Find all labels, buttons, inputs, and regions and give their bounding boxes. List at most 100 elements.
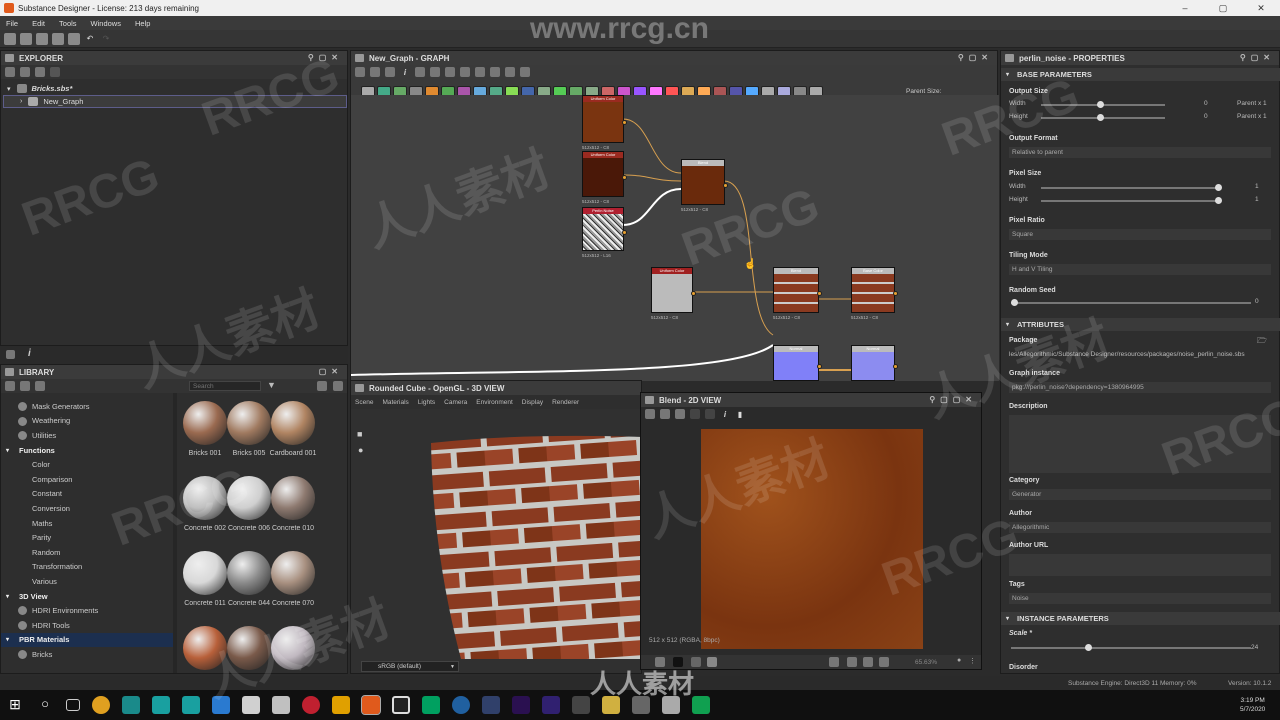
- redo-icon[interactable]: ↷: [100, 33, 112, 45]
- material-thumbnail[interactable]: [271, 626, 315, 670]
- grid-view-icon[interactable]: [317, 381, 327, 391]
- ruler-icon[interactable]: [847, 657, 857, 667]
- fit-view-icon[interactable]: [879, 657, 889, 667]
- expand-icon[interactable]: ›: [20, 98, 22, 105]
- material-thumbnail[interactable]: [227, 401, 271, 445]
- library-category[interactable]: Bricks: [1, 647, 173, 662]
- library-category[interactable]: Weathering: [1, 414, 173, 429]
- library-category[interactable]: HDRI Environments: [1, 603, 173, 618]
- author-field[interactable]: Allegorithmic: [1009, 522, 1271, 533]
- task-view-icon[interactable]: [66, 699, 80, 711]
- menu-tools[interactable]: Tools: [59, 19, 77, 28]
- library-category[interactable]: Mask Generators: [1, 399, 173, 414]
- library-folder-icon[interactable]: [5, 381, 15, 391]
- library-category[interactable]: Comparison: [1, 472, 173, 487]
- tiling-icon[interactable]: [707, 657, 717, 667]
- pixel-size-height-slider[interactable]: [1041, 197, 1222, 204]
- material-thumbnail[interactable]: [271, 401, 315, 445]
- 3d-menu-camera[interactable]: Camera: [444, 399, 467, 406]
- material-thumbnail[interactable]: [271, 476, 315, 520]
- search-icon[interactable]: ○: [36, 696, 54, 714]
- copy-icon[interactable]: [675, 409, 685, 419]
- light-icon[interactable]: ●: [358, 445, 363, 455]
- graph-node[interactable]: Normal: [851, 345, 898, 381]
- 3d-viewport-render[interactable]: [421, 433, 643, 659]
- app-icon-9[interactable]: [692, 696, 710, 714]
- app-icon-3[interactable]: [392, 696, 410, 714]
- camera-icon[interactable]: ■: [357, 429, 362, 439]
- tools-icon[interactable]: [505, 67, 515, 77]
- premiere-icon[interactable]: [542, 696, 560, 714]
- after-effects-icon[interactable]: [512, 696, 530, 714]
- 3d-menu-display[interactable]: Display: [522, 399, 543, 406]
- save-icon[interactable]: [5, 67, 15, 77]
- graph-instance-field[interactable]: pkg:///perlin_noise?dependency=138096499…: [1009, 382, 1271, 393]
- save-all-icon[interactable]: [68, 32, 80, 45]
- output-pin[interactable]: [893, 291, 898, 296]
- pixel-ratio-select[interactable]: Square: [1009, 229, 1271, 240]
- menu-help[interactable]: Help: [135, 19, 150, 28]
- graph-canvas[interactable]: Uniform Color 512x512 - C8 Uniform Color 51…: [351, 95, 999, 381]
- tree-icon[interactable]: [6, 350, 15, 359]
- output-pin[interactable]: [817, 364, 822, 369]
- menu-edit[interactable]: Edit: [32, 19, 45, 28]
- graph-node[interactable]: Perlin Noise: [582, 207, 627, 251]
- output-pin[interactable]: [622, 120, 627, 125]
- menu-windows[interactable]: Windows: [91, 19, 121, 28]
- new-graph-icon[interactable]: [20, 67, 30, 77]
- output-pin[interactable]: [893, 364, 898, 369]
- library-category[interactable]: ▾ Functions: [1, 443, 173, 458]
- material-thumbnail[interactable]: [227, 476, 271, 520]
- 3d-menu-environment[interactable]: Environment: [476, 399, 513, 406]
- 2d-texture-preview[interactable]: [701, 429, 923, 649]
- graph-node[interactable]: Uniform Color: [582, 151, 627, 197]
- menu-file[interactable]: File: [6, 19, 18, 28]
- library-category[interactable]: Utilities: [1, 428, 173, 443]
- frame-icon[interactable]: [355, 67, 365, 77]
- undo-icon[interactable]: ↶: [84, 33, 96, 45]
- refresh-icon[interactable]: [490, 67, 500, 77]
- app-icon-6[interactable]: [572, 696, 590, 714]
- tree-graph[interactable]: › New_Graph: [3, 95, 347, 108]
- search-icon[interactable]: [415, 67, 425, 77]
- library-category[interactable]: Conversion: [1, 501, 173, 516]
- app-icon-2[interactable]: [242, 696, 260, 714]
- app-icon-4[interactable]: [452, 696, 470, 714]
- material-thumbnail[interactable]: [227, 626, 271, 670]
- output-pin[interactable]: [691, 291, 696, 296]
- zbrush-icon[interactable]: [272, 696, 290, 714]
- collapse-icon[interactable]: ▾: [6, 636, 9, 643]
- import-icon[interactable]: [36, 32, 48, 45]
- library-category[interactable]: Random: [1, 545, 173, 560]
- output-size-width-slider[interactable]: [1041, 101, 1165, 108]
- new-package-icon[interactable]: [4, 32, 16, 45]
- output-pin[interactable]: [817, 291, 822, 296]
- library-splitter[interactable]: [173, 393, 177, 673]
- panel-buttons[interactable]: ⚲▢▢✕: [929, 395, 977, 404]
- random-seed-slider[interactable]: [1011, 299, 1251, 306]
- open-package-icon[interactable]: [20, 32, 32, 45]
- save-icon[interactable]: [660, 409, 670, 419]
- maya-icon[interactable]: [152, 696, 170, 714]
- graph-node[interactable]: Blend: [773, 267, 822, 313]
- windows-start-icon[interactable]: ⊞: [6, 696, 24, 714]
- panel-buttons[interactable]: ⚲▢✕: [958, 53, 993, 62]
- grid-icon[interactable]: [445, 67, 455, 77]
- snap-icon[interactable]: [460, 67, 470, 77]
- layers-icon[interactable]: [655, 657, 665, 667]
- panel-buttons[interactable]: ⚲▢✕: [308, 53, 343, 62]
- frame-icon[interactable]: [863, 657, 873, 667]
- graph-node[interactable]: Blend: [681, 159, 728, 205]
- clock[interactable]: 3:19 PM 5/7/2020: [1240, 696, 1265, 714]
- collapse-icon[interactable]: ▾: [1006, 321, 1009, 328]
- library-category[interactable]: Parity: [1, 530, 173, 545]
- filter-icon[interactable]: ▼: [267, 380, 276, 390]
- maya-icon-2[interactable]: [182, 696, 200, 714]
- explorer-icon[interactable]: [602, 696, 620, 714]
- minimize-button[interactable]: –: [1166, 0, 1204, 16]
- library-category[interactable]: Transformation: [1, 560, 173, 575]
- move-icon[interactable]: [370, 67, 380, 77]
- app-icon-7[interactable]: [632, 696, 650, 714]
- link-icon[interactable]: [475, 67, 485, 77]
- collapse-icon[interactable]: ▾: [1006, 71, 1009, 78]
